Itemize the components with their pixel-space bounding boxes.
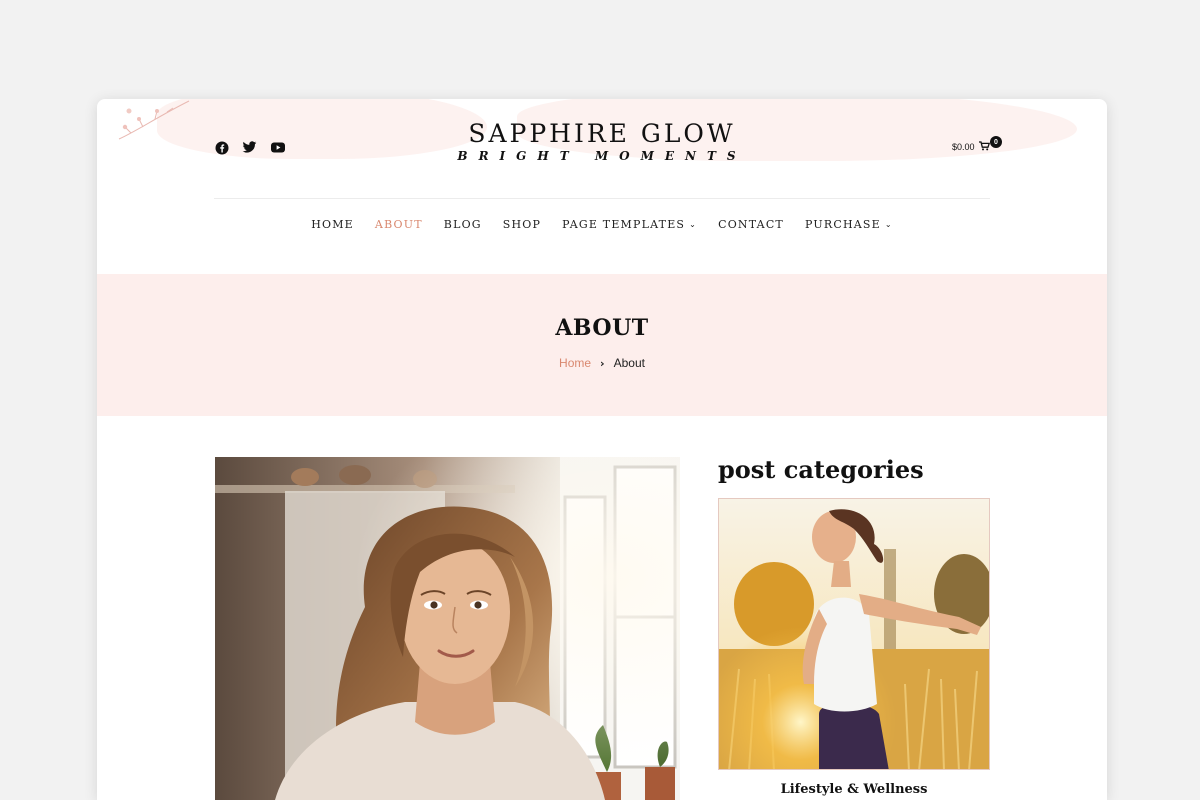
nav-label: SHOP xyxy=(502,218,542,231)
browser-window: SAPPHIRE GLOW BRIGHT MOMENTS $0.00 0 HOM… xyxy=(97,99,1107,800)
nav-label: BLOG xyxy=(443,218,482,231)
nav-item-purchase[interactable]: PURCHASE ⌄ xyxy=(805,218,893,231)
nav-label: ABOUT xyxy=(374,218,423,231)
breadcrumb: Home › About xyxy=(97,356,1107,370)
chevron-down-icon: ⌄ xyxy=(884,220,893,229)
chevron-right-icon: › xyxy=(600,356,605,370)
page-title: ABOUT xyxy=(555,315,649,341)
nav-item-shop[interactable]: SHOP xyxy=(503,218,541,231)
breadcrumb-current: About xyxy=(613,356,645,370)
nav-item-contact[interactable]: CONTACT xyxy=(718,218,784,231)
cart-button[interactable]: $0.00 0 xyxy=(952,136,1002,153)
breadcrumb-home-link[interactable]: Home xyxy=(559,356,591,370)
chevron-down-icon: ⌄ xyxy=(689,220,698,229)
nav-item-blog[interactable]: BLOG xyxy=(444,218,482,231)
sidebar-title: post categories xyxy=(718,455,924,484)
site-header: SAPPHIRE GLOW BRIGHT MOMENTS $0.00 0 HOM… xyxy=(97,99,1107,274)
cart-amount: $0.00 xyxy=(952,142,975,152)
cart-count-badge: 0 xyxy=(990,136,1002,148)
nav-item-about[interactable]: ABOUT xyxy=(375,218,423,231)
nav-item-home[interactable]: HOME xyxy=(311,218,354,231)
cart-icon xyxy=(978,141,990,153)
nav-label: PAGE TEMPLATES xyxy=(562,218,686,231)
nav-label: HOME xyxy=(311,218,354,231)
page-header-band: ABOUT Home › About xyxy=(97,274,1107,416)
about-portrait-image xyxy=(215,457,680,800)
nav-item-page-templates[interactable]: PAGE TEMPLATES ⌄ xyxy=(562,218,697,231)
category-card-image[interactable] xyxy=(718,498,990,770)
header-divider xyxy=(214,198,990,199)
nav-label: CONTACT xyxy=(718,218,784,231)
main-nav: HOME ABOUT BLOG SHOP PAGE TEMPLATES ⌄ CON… xyxy=(97,218,1107,231)
nav-label: PURCHASE xyxy=(804,218,881,231)
category-label-link[interactable]: Lifestyle & Wellness xyxy=(718,782,990,797)
